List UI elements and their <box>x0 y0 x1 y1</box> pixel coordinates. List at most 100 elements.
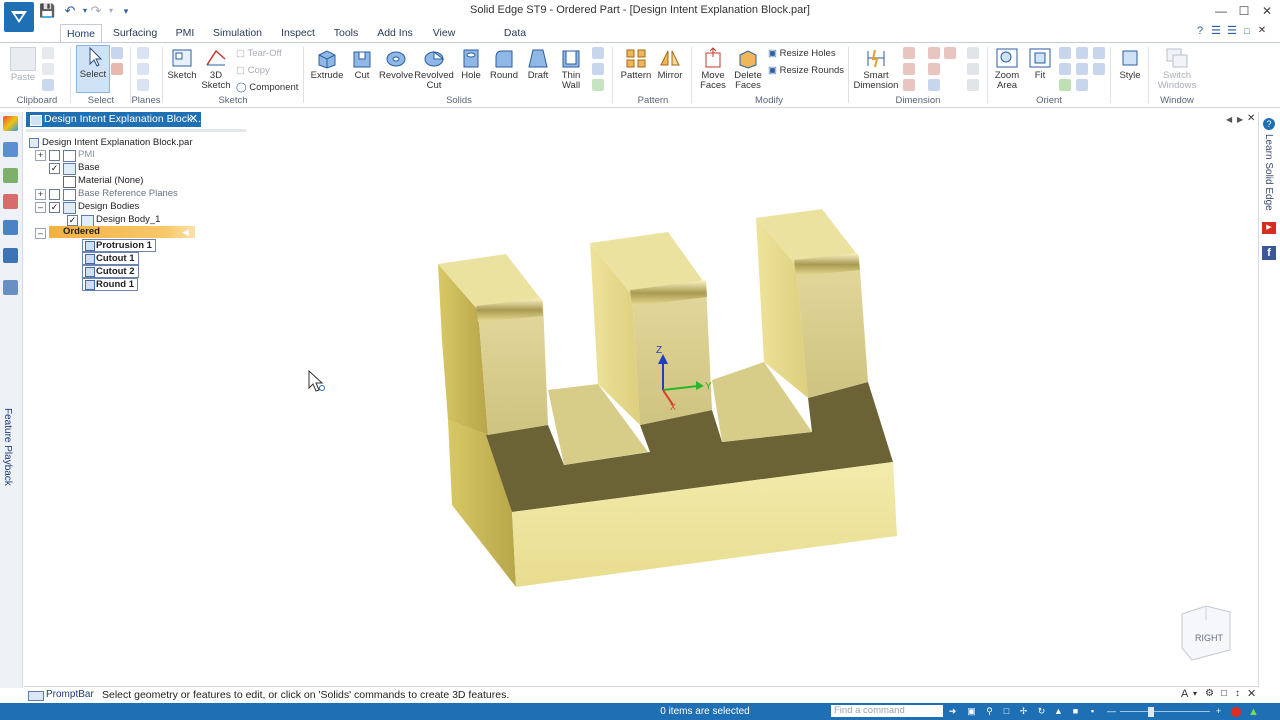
tab-home[interactable]: Home <box>60 24 102 43</box>
tree-protrusion-1[interactable]: Protrusion 1 <box>82 239 156 252</box>
tear-off-button[interactable]: ▢ Tear-Off <box>236 48 282 59</box>
tree-base-reference-planes[interactable]: Base Reference Planes <box>78 188 178 200</box>
tab-scroll-left-icon[interactable]: ◀ <box>1226 115 1232 124</box>
close-doc-icon[interactable]: ✕ <box>1255 24 1269 38</box>
tab-data-management[interactable]: Data Management <box>472 24 558 57</box>
tree-pmi[interactable]: PMI <box>78 149 95 161</box>
find-go-icon[interactable]: ➜ <box>947 706 958 717</box>
expand-pmi-icon[interactable]: + <box>35 150 46 161</box>
tree-design-body-1[interactable]: Design Body_1 <box>96 214 160 226</box>
zoom-out-icon[interactable]: — <box>1106 706 1117 717</box>
zoom-slider-track[interactable] <box>1120 711 1210 712</box>
design-body-1-checkbox[interactable]: ✓ <box>67 215 78 226</box>
dimension-tool-9-icon[interactable] <box>967 63 979 75</box>
dimension-tool-5-icon[interactable] <box>928 63 940 75</box>
delete-faces-button[interactable]: Delete Faces <box>732 47 764 91</box>
sensors-icon[interactable] <box>3 220 18 235</box>
select-filter-icon[interactable] <box>111 63 123 75</box>
zoom-area-button[interactable]: Zoom Area <box>991 47 1023 91</box>
rotate-icon[interactable] <box>1059 79 1071 91</box>
fit-button[interactable]: Fit <box>1026 47 1054 81</box>
help-circle-icon[interactable]: ? <box>1263 118 1275 130</box>
help-icon[interactable]: ? <box>1193 24 1207 38</box>
tree-design-bodies[interactable]: Design Bodies <box>78 201 139 213</box>
settings-gear-icon[interactable] <box>3 248 18 263</box>
learn-solid-edge-label[interactable]: Learn Solid Edge <box>1263 134 1274 211</box>
display-status-icon[interactable]: ▪ <box>1087 706 1098 717</box>
sketch-button[interactable]: Sketch <box>166 47 198 81</box>
feature-playback-label[interactable]: Feature Playback <box>2 408 13 486</box>
coordinate-system-icon[interactable] <box>137 63 149 75</box>
cut-clip-icon[interactable] <box>42 47 54 59</box>
collapse-design-bodies-icon[interactable]: – <box>35 202 46 213</box>
dimension-tool-2-icon[interactable] <box>903 63 915 75</box>
collapse-ordered-icon[interactable]: – <box>35 228 46 239</box>
ordered-rollback-icon[interactable]: ◀ <box>182 226 189 238</box>
tab-scroll-right-icon[interactable]: ▶ <box>1237 115 1243 124</box>
rotate-status-icon[interactable]: ↻ <box>1036 706 1047 717</box>
tree-cutout-2[interactable]: Cutout 2 <box>82 265 139 278</box>
graphics-viewport[interactable]: Z Y X RIGHT <box>24 130 1257 685</box>
pmi-checkbox[interactable] <box>49 150 60 161</box>
expand-base-reference-planes-icon[interactable]: + <box>35 189 46 200</box>
layers-icon[interactable] <box>3 142 18 157</box>
tab-add-ins[interactable]: Add Ins <box>374 24 416 42</box>
go-icon[interactable]: ▲ <box>1248 706 1259 718</box>
stop-icon[interactable] <box>1231 707 1241 717</box>
font-size-icon[interactable]: A <box>1181 688 1188 700</box>
cut-button[interactable]: Cut <box>347 47 377 81</box>
path-finder-icon[interactable] <box>3 116 18 131</box>
select-button[interactable]: Select <box>76 45 110 93</box>
view-4-icon[interactable] <box>1093 47 1105 59</box>
thin-wall-button[interactable]: Thin Wall <box>556 47 586 91</box>
promptbar-icon[interactable] <box>28 691 44 701</box>
draft-button[interactable]: Draft <box>523 47 553 81</box>
options-list-icon[interactable]: ☰ <box>1225 24 1239 38</box>
mirror-button[interactable]: Mirror <box>654 47 686 81</box>
find-command-input[interactable]: Find a command <box>831 705 943 717</box>
hole-button[interactable]: Hole <box>457 47 485 81</box>
pan-icon[interactable] <box>1059 63 1071 75</box>
move-faces-button[interactable]: Move Faces <box>696 47 730 91</box>
dimension-tool-10-icon[interactable] <box>967 79 979 91</box>
promptbar-float-icon[interactable]: □ <box>1221 688 1227 699</box>
pan-status-icon[interactable]: ✢ <box>1018 706 1029 717</box>
restore-doc-icon[interactable]: □ <box>1240 24 1254 38</box>
dimension-tool-4-icon[interactable] <box>928 47 940 59</box>
smart-dimension-button[interactable]: Smart Dimension <box>852 47 900 91</box>
prong-3-front-face[interactable] <box>796 257 868 398</box>
resize-holes-button[interactable]: ▣ Resize Holes <box>768 48 836 59</box>
promptbar-options-icon[interactable]: ⚙ <box>1205 688 1214 699</box>
tab-view[interactable]: View <box>428 24 460 42</box>
prong-1-front-face[interactable] <box>478 302 548 435</box>
promptbar-close-icon[interactable]: ✕ <box>1247 687 1256 700</box>
document-tab[interactable]: Design Intent Explanation Block... ✕ <box>26 112 201 127</box>
tree-ordered[interactable]: Ordered ◀ <box>49 226 195 238</box>
minimize-button[interactable]: — <box>1210 2 1232 20</box>
base-reference-planes-checkbox[interactable] <box>49 189 60 200</box>
tab-surfacing[interactable]: Surfacing <box>110 24 160 42</box>
revolved-cut-button[interactable]: Revolved Cut <box>414 47 454 91</box>
feature-playback-icon[interactable] <box>3 280 18 295</box>
render-mode-status-icon[interactable]: ■ <box>1070 706 1081 717</box>
view-cube[interactable]: RIGHT <box>1181 605 1231 661</box>
fit-status-icon[interactable]: □ <box>1001 706 1012 717</box>
format-painter-icon[interactable] <box>42 79 54 91</box>
view-orientation-status-icon[interactable]: ▲ <box>1053 706 1064 717</box>
design-bodies-checkbox[interactable]: ✓ <box>49 202 60 213</box>
dimension-tool-7-icon[interactable] <box>944 47 956 59</box>
tab-tools[interactable]: Tools <box>330 24 362 42</box>
planes-more-icon[interactable] <box>137 79 149 91</box>
tree-cutout-1[interactable]: Cutout 1 <box>82 252 139 265</box>
promptbar-label[interactable]: PromptBar <box>46 689 94 700</box>
zoom-in-icon[interactable]: + <box>1213 706 1224 717</box>
tab-pmi[interactable]: PMI <box>172 24 198 42</box>
3d-sketch-button[interactable]: 3D Sketch <box>200 47 232 91</box>
solids-more-2-icon[interactable] <box>592 63 604 75</box>
promptbar-pin-icon[interactable]: ↕ <box>1235 688 1240 699</box>
zoom-area-status-icon[interactable]: ▣ <box>966 706 977 717</box>
maximize-button[interactable]: ☐ <box>1233 2 1255 20</box>
font-size-dropdown-icon[interactable]: ▾ <box>1193 689 1197 698</box>
view-3-icon[interactable] <box>1076 79 1088 91</box>
facebook-icon[interactable]: f <box>1262 246 1276 260</box>
